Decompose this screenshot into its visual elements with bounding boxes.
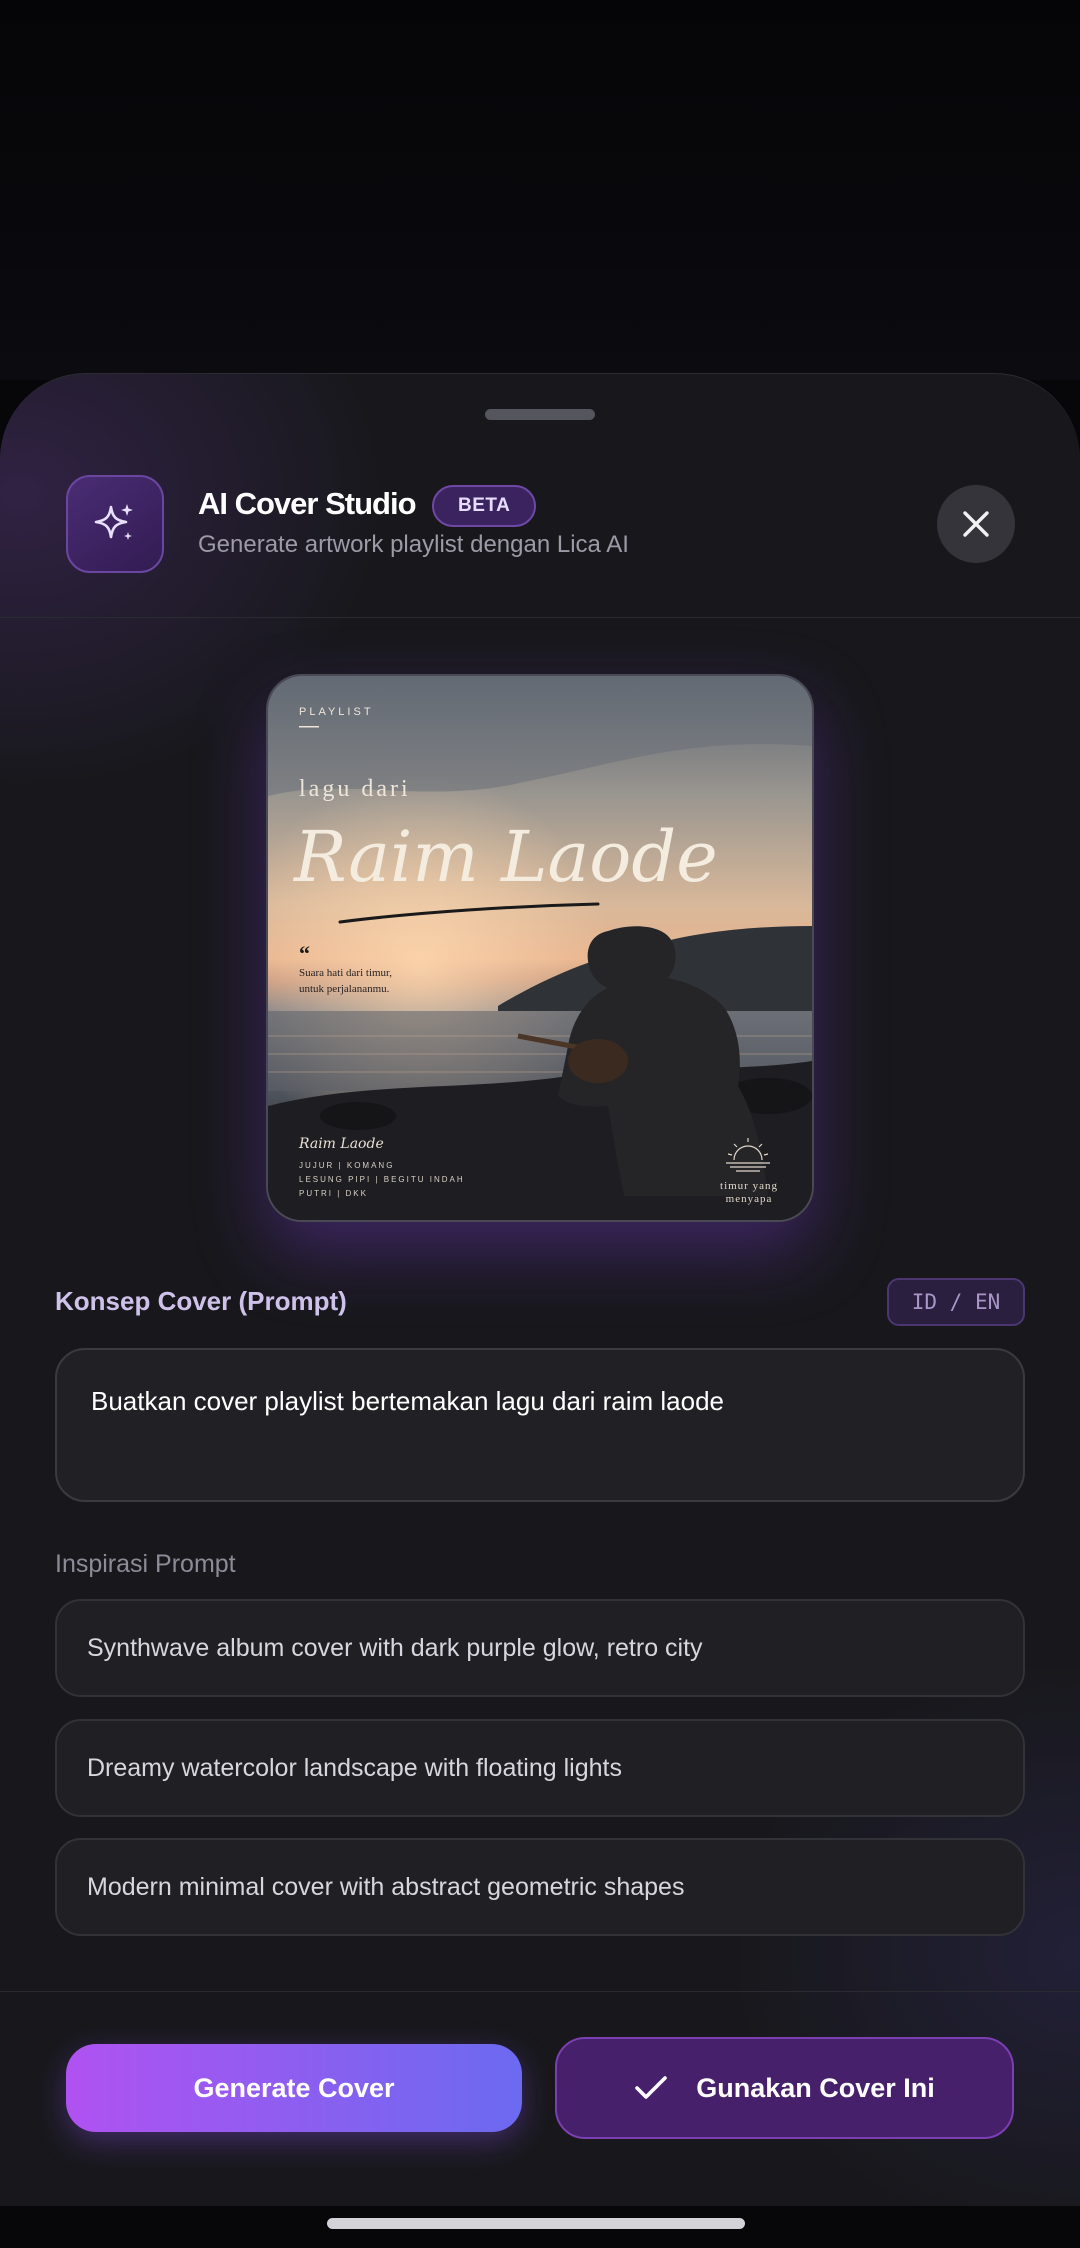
- cover-quote-line2: untuk perjalananmu.: [299, 983, 390, 995]
- generate-cover-button[interactable]: Generate Cover: [66, 2044, 522, 2132]
- close-button[interactable]: [937, 485, 1015, 563]
- beta-badge: BETA: [432, 485, 537, 527]
- footer-divider: [0, 1991, 1080, 1992]
- cover-kicker: PLAYLIST: [299, 706, 374, 718]
- page-subtitle: Generate artwork playlist dengan Lica AI: [198, 531, 629, 558]
- cover-preview: PLAYLIST lagu dari Raim Laode “ Suara ha…: [266, 674, 814, 1222]
- prompt-label: Konsep Cover (Prompt): [55, 1286, 347, 1316]
- inspiration-item[interactable]: Dreamy watercolor landscape with floatin…: [55, 1719, 1025, 1817]
- cover-tracks-line3: PUTRI | DKK: [299, 1189, 368, 1198]
- cover-quote-mark: “: [299, 941, 310, 966]
- check-icon: [635, 2076, 668, 2099]
- prompt-input[interactable]: Buatkan cover playlist bertemakan lagu d…: [55, 1348, 1025, 1502]
- cover-tracks-line2: LESUNG PIPI | BEGITU INDAH: [299, 1175, 465, 1184]
- language-toggle[interactable]: ID / EN: [887, 1278, 1025, 1326]
- cover-pre-title: lagu dari: [299, 776, 411, 802]
- inspiration-item[interactable]: Modern minimal cover with abstract geome…: [55, 1838, 1025, 1936]
- drag-handle[interactable]: [485, 409, 595, 420]
- header-divider: [0, 617, 1080, 618]
- app-icon: [66, 475, 164, 573]
- bottom-sheet: AI Cover Studio BETA Generate artwork pl…: [0, 373, 1080, 2206]
- cover-signature: Raim Laode: [298, 1136, 384, 1152]
- sparkles-icon: [94, 504, 133, 540]
- cover-tracks-line1: JUJUR | KOMANG: [299, 1161, 394, 1170]
- cover-quote-line1: Suara hati dari timur,: [299, 967, 392, 979]
- inspiration-label: Inspirasi Prompt: [55, 1550, 236, 1578]
- cover-emblem-line2: menyapa: [726, 1193, 773, 1205]
- close-icon: [963, 511, 989, 537]
- cover-title: Raim Laode: [292, 816, 718, 898]
- use-cover-label: Gunakan Cover Ini: [696, 2072, 935, 2103]
- inspiration-item[interactable]: Synthwave album cover with dark purple g…: [55, 1599, 1025, 1697]
- use-cover-button[interactable]: Gunakan Cover Ini: [555, 2037, 1014, 2139]
- page-title: AI Cover Studio: [198, 486, 417, 521]
- home-indicator[interactable]: [327, 2218, 745, 2229]
- cover-artwork: PLAYLIST lagu dari Raim Laode “ Suara ha…: [268, 676, 812, 1220]
- dimmed-backdrop[interactable]: [0, 0, 1080, 380]
- cover-emblem-line1: timur yang: [720, 1180, 778, 1192]
